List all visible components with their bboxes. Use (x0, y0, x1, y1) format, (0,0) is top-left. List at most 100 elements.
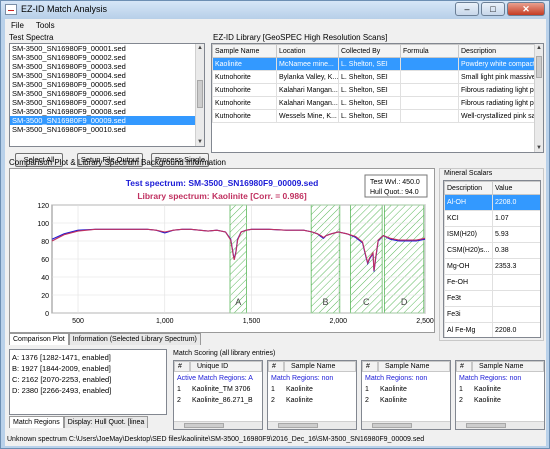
scroll-down-icon[interactable]: ▼ (196, 138, 204, 146)
scoring-hscrollbar[interactable] (362, 421, 450, 429)
library-cell: L. Shelton, SEI (338, 70, 401, 84)
tab-comparison-plot[interactable]: Comparison Plot (9, 333, 69, 345)
scroll-thumb[interactable] (536, 56, 542, 78)
comparison-label: Comparison Plot & Library Spectrum Backg… (9, 158, 226, 167)
library-cell: L. Shelton, SEI (338, 57, 401, 71)
library-column-header[interactable]: Sample Name (212, 44, 277, 58)
library-row[interactable]: Kutnohorite Bylanka Valley, K... L. Shelto… (212, 70, 537, 84)
scoring-hscrollbar[interactable] (268, 421, 356, 429)
library-grid[interactable]: Sample Name Location Collected By Formula De… (211, 43, 544, 153)
scalar-column-header[interactable]: Value (492, 181, 540, 195)
scalar-row[interactable]: Fe3t (444, 290, 540, 307)
mineral-scalars-grid[interactable]: Description Value Al-OH 2208.0 KCI 1.07 ISM(H… (443, 180, 541, 338)
test-spectrum-item[interactable]: SM-3500_SN16980F9_00008.sed (10, 107, 204, 116)
scoring-rank: 1 (459, 386, 463, 393)
scalar-row[interactable]: ISM(H20) 5.93 (444, 226, 540, 243)
match-scoring-panel[interactable]: # Sample Name Match Regions: non 1 Kaolinite… (361, 360, 451, 430)
library-row[interactable]: Kutnohorite Wessels Mine, K... L. Shelton,… (212, 109, 537, 123)
match-region-item[interactable]: B: 1927 [1844-2009, enabled] (10, 363, 166, 374)
library-column-header[interactable]: Location (276, 44, 339, 58)
test-spectra-list[interactable]: SM-3500_SN16980F9_00001.sed SM-3500_SN169… (9, 43, 205, 147)
scoring-name[interactable]: Kaolinite (380, 397, 407, 404)
window-title: EZ-ID Match Analysis (21, 4, 108, 14)
scalar-cell: 1.07 (492, 210, 540, 227)
scoring-index-header[interactable]: # (174, 361, 190, 372)
test-spectra-scrollbar[interactable]: ▲ ▼ (195, 44, 204, 146)
scoring-name[interactable]: Kaolinite_TM 3706 (192, 386, 250, 393)
spectrum-chart[interactable]: Test spectrum: SM-3500_SN16980F9_00009.s… (10, 169, 434, 332)
match-region-item[interactable]: D: 2380 [2266-2493, enabled] (10, 385, 166, 396)
scoring-name-header[interactable]: Unique ID (190, 361, 262, 372)
scalar-row[interactable]: Fe-OH (444, 274, 540, 291)
library-row[interactable]: Kutnohorite Kalahari Mangan... L. Shelton,… (212, 83, 537, 97)
test-spectrum-item[interactable]: SM-3500_SN16980F9_00004.sed (10, 71, 204, 80)
tab-match-regions[interactable]: Match Regions (9, 416, 64, 428)
test-spectrum-item[interactable]: SM-3500_SN16980F9_00003.sed (10, 62, 204, 71)
scroll-thumb[interactable] (184, 423, 224, 428)
x-tick-label: 2,500 (416, 318, 434, 325)
maximize-button[interactable]: □ (481, 2, 505, 16)
scoring-name[interactable]: Kaolinite (286, 386, 313, 393)
scalar-column-header[interactable]: Description (444, 181, 493, 195)
library-scrollbar[interactable]: ▲ ▼ (534, 44, 543, 152)
scroll-thumb[interactable] (197, 80, 203, 108)
test-spectrum-item[interactable]: SM-3500_SN16980F9_00005.sed (10, 80, 204, 89)
tab-display-hull-quot[interactable]: Display: Hull Quot. [linea (63, 416, 149, 428)
test-spectrum-item[interactable]: SM-3500_SN16980F9_00001.sed (10, 44, 204, 53)
scroll-thumb[interactable] (466, 423, 506, 428)
library-cell: Kaolinite (212, 57, 277, 71)
scoring-name[interactable]: Kaolinite (286, 397, 313, 404)
close-button[interactable]: ✕ (507, 2, 545, 16)
test-spectrum-item[interactable]: SM-3500_SN16980F9_00007.sed (10, 98, 204, 107)
test-spectrum-item[interactable]: SM-3500_SN16980F9_00006.sed (10, 89, 204, 98)
scalar-cell: 2208.0 (492, 322, 540, 337)
scalar-row[interactable]: CSM(H20)s... 0.38 (444, 242, 540, 259)
scroll-up-icon[interactable]: ▲ (535, 44, 543, 52)
menu-tools[interactable]: Tools (36, 19, 55, 32)
scroll-up-icon[interactable]: ▲ (196, 44, 204, 52)
scoring-hscrollbar[interactable] (174, 421, 262, 429)
scoring-name-header[interactable]: Sample Name (378, 361, 450, 372)
scoring-name-header[interactable]: Sample Name (472, 361, 544, 372)
library-column-header[interactable]: Collected By (338, 44, 401, 58)
scroll-thumb[interactable] (372, 423, 412, 428)
library-column-header[interactable]: Formula (400, 44, 459, 58)
scoring-hscrollbar[interactable] (456, 421, 544, 429)
scroll-thumb[interactable] (278, 423, 318, 428)
scalar-row[interactable]: KCI 1.07 (444, 210, 540, 227)
library-row[interactable]: Kutnohorite Kalahari Mangan... L. Shelton,… (212, 96, 537, 110)
scoring-name[interactable]: Kaolinite_86.271_B (192, 397, 253, 404)
scalar-row[interactable]: Fe3i (444, 306, 540, 323)
scroll-down-icon[interactable]: ▼ (535, 144, 543, 152)
match-scoring-panel[interactable]: # Unique ID Active Match Regions: A 1 Kaolin… (173, 360, 263, 430)
match-regions-list[interactable]: A: 1376 [1282-1471, enabled] B: 1927 [184… (9, 349, 167, 415)
test-spectrum-item[interactable]: SM-3500_SN16980F9_00010.sed (10, 125, 204, 134)
library-column-header[interactable]: Description (458, 44, 537, 58)
scalar-row[interactable]: Mg-OH 2353.3 (444, 258, 540, 275)
scoring-index-header[interactable]: # (362, 361, 378, 372)
match-region-item[interactable]: A: 1376 [1282-1471, enabled] (10, 352, 166, 363)
match-scoring-panel[interactable]: # Sample Name Match Regions: non 1 Kaolinite… (455, 360, 545, 430)
scoring-name[interactable]: Kaolinite (474, 397, 501, 404)
match-region-item[interactable]: C: 2162 [2070-2253, enabled] (10, 374, 166, 385)
scalar-row[interactable]: Al-OH 2208.0 (444, 194, 540, 211)
tab-information[interactable]: Information (Selected Library Spectrum) (68, 333, 201, 345)
scoring-name[interactable]: Kaolinite (474, 386, 501, 393)
app-icon (5, 4, 17, 15)
library-cell (400, 109, 459, 123)
test-spectrum-item[interactable]: SM-3500_SN16980F9_00002.sed (10, 53, 204, 62)
bottom-tabs: Match Regions Display: Hull Quot. [linea (9, 416, 149, 428)
scoring-index-header[interactable]: # (456, 361, 472, 372)
scoring-name-header[interactable]: Sample Name (284, 361, 356, 372)
title-bar[interactable]: EZ-ID Match Analysis – □ ✕ (1, 1, 549, 19)
menu-file[interactable]: File (11, 19, 24, 32)
scalar-cell: CSM(H20)s... (444, 242, 493, 259)
match-scoring-panel[interactable]: # Sample Name Match Regions: non 1 Kaolinite… (267, 360, 357, 430)
scalar-row[interactable]: Al Fe-Mg 2208.0 (444, 322, 540, 337)
minimize-button[interactable]: – (455, 2, 479, 16)
test-spectrum-item[interactable]: SM-3500_SN16980F9_00009.sed (10, 116, 204, 125)
scoring-name[interactable]: Kaolinite (380, 386, 407, 393)
x-tick-label: 1,500 (243, 318, 261, 325)
scoring-index-header[interactable]: # (268, 361, 284, 372)
library-row[interactable]: Kaolinite McNamee mine... L. Shelton, SEI P… (212, 57, 537, 71)
